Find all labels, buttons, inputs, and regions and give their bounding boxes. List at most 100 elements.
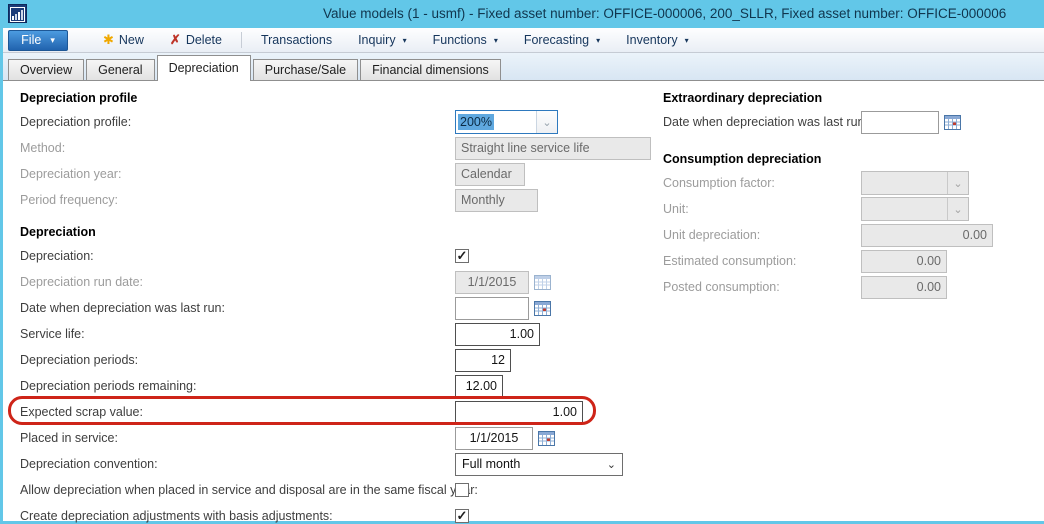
delete-x-icon: ✗ [170, 32, 181, 48]
chevron-down-icon: ▾ [494, 36, 498, 45]
depreciation-convention-select[interactable]: Full month ⌄ [455, 453, 623, 476]
depreciation-profile-label: Depreciation profile: [20, 115, 455, 129]
chevron-down-icon: ⌄ [542, 116, 551, 129]
create-adjustments-checkbox[interactable]: ✓ [455, 509, 469, 523]
consumption-factor-label: Consumption factor: [663, 176, 861, 190]
depreciation-row: Depreciation: ✓ [20, 243, 645, 269]
tab-general[interactable]: General [86, 59, 154, 80]
estimated-consumption-row: Estimated consumption: 0.00 [663, 248, 1038, 274]
service-life-row: Service life: 1.00 [20, 321, 645, 347]
menu-forecasting[interactable]: Forecasting ▾ [511, 33, 613, 47]
posted-consumption-field: 0.00 [861, 276, 947, 299]
menu-functions[interactable]: Functions ▾ [420, 33, 511, 47]
menu-functions-label: Functions [433, 33, 487, 47]
new-button-label: New [119, 33, 144, 47]
estimated-consumption-label: Estimated consumption: [663, 254, 861, 268]
tab-purchase-sale[interactable]: Purchase/Sale [253, 59, 358, 80]
depreciation-convention-row: Depreciation convention: Full month ⌄ [20, 451, 645, 477]
allow-depreciation-checkbox[interactable] [455, 483, 469, 497]
last-run-date-label: Date when depreciation was last run: [20, 301, 455, 315]
file-menu-button[interactable]: File ▾ [8, 30, 68, 51]
placed-in-service-input[interactable]: 1/1/2015 [455, 427, 533, 450]
last-run-date-row: Date when depreciation was last run: [20, 295, 645, 321]
combo-dropdown-button: ⌄ [947, 172, 968, 194]
menu-inquiry-label: Inquiry [358, 33, 396, 47]
tabstrip: Overview General Depreciation Purchase/S… [3, 53, 1044, 81]
method-label: Method: [20, 141, 455, 155]
consumption-factor-combobox: ⌄ [861, 171, 969, 195]
window-body: File ▾ ✱ New ✗ Delete Transactions Inqui… [0, 28, 1044, 524]
periods-remaining-label: Depreciation periods remaining: [20, 379, 455, 393]
menu-inventory[interactable]: Inventory ▾ [613, 33, 701, 47]
periods-remaining-row: Depreciation periods remaining: 12.00 [20, 373, 645, 399]
depreciation-profile-combobox[interactable]: 200% ⌄ [455, 110, 558, 134]
chevron-down-icon: ▾ [685, 36, 689, 45]
expected-scrap-value-input[interactable]: 1.00 [455, 401, 583, 424]
method-row: Method: Straight line service life [20, 135, 645, 161]
depreciation-run-date-field: 1/1/2015 [455, 271, 529, 294]
depreciation-periods-input[interactable]: 12 [455, 349, 511, 372]
menu-transactions[interactable]: Transactions [248, 33, 345, 47]
chevron-down-icon: ▾ [403, 36, 407, 45]
menu-transactions-label: Transactions [261, 33, 332, 47]
consumption-factor-row: Consumption factor: ⌄ [663, 170, 1038, 196]
estimated-consumption-field: 0.00 [861, 250, 947, 273]
depreciation-profile-value: 200% [458, 114, 494, 130]
unit-depreciation-row: Unit depreciation: 0.00 [663, 222, 1038, 248]
depreciation-convention-value: Full month [462, 457, 520, 471]
menubar-separator [241, 32, 242, 48]
expected-scrap-value-label: Expected scrap value: [20, 405, 455, 419]
new-star-icon: ✱ [103, 32, 114, 48]
section-depreciation-profile: Depreciation profile [20, 88, 645, 109]
tab-financial-dimensions[interactable]: Financial dimensions [360, 59, 501, 80]
dynamics-ax-app-icon [8, 4, 27, 23]
combo-dropdown-button: ⌄ [947, 198, 968, 220]
service-life-input[interactable]: 1.00 [455, 323, 540, 346]
extraordinary-last-run-label: Date when depreciation was last run: [663, 115, 861, 129]
service-life-label: Service life: [20, 327, 455, 341]
posted-consumption-label: Posted consumption: [663, 280, 861, 294]
depreciation-year-field: Calendar [455, 163, 525, 186]
file-caret-icon: ▾ [50, 36, 55, 45]
allow-depreciation-label: Allow depreciation when placed in servic… [20, 483, 455, 497]
menubar: File ▾ ✱ New ✗ Delete Transactions Inqui… [3, 28, 1044, 53]
calendar-icon[interactable] [534, 300, 551, 316]
calendar-icon[interactable] [944, 114, 961, 130]
menu-forecasting-label: Forecasting [524, 33, 589, 47]
tab-overview[interactable]: Overview [8, 59, 84, 80]
unit-combobox: ⌄ [861, 197, 969, 221]
chevron-down-icon: ⌄ [607, 458, 616, 471]
last-run-date-input[interactable] [455, 297, 529, 320]
depreciation-profile-row: Depreciation profile: 200% ⌄ [20, 109, 645, 135]
extraordinary-last-run-input[interactable] [861, 111, 939, 134]
create-adjustments-label: Create depreciation adjustments with bas… [20, 509, 455, 523]
period-frequency-label: Period frequency: [20, 193, 455, 207]
periods-remaining-input[interactable]: 12.00 [455, 375, 503, 398]
method-field: Straight line service life [455, 137, 651, 160]
allow-depreciation-row: Allow depreciation when placed in servic… [20, 477, 645, 503]
unit-depreciation-label: Unit depreciation: [663, 228, 861, 242]
depreciation-convention-label: Depreciation convention: [20, 457, 455, 471]
depreciation-periods-label: Depreciation periods: [20, 353, 455, 367]
combo-dropdown-button[interactable]: ⌄ [536, 111, 557, 133]
new-button[interactable]: ✱ New [90, 32, 157, 48]
menu-inventory-label: Inventory [626, 33, 677, 47]
depreciation-periods-row: Depreciation periods: 12 [20, 347, 645, 373]
menu-inquiry[interactable]: Inquiry ▾ [345, 33, 420, 47]
tab-depreciation[interactable]: Depreciation [157, 55, 251, 81]
depreciation-tab-content: Depreciation profile Depreciation profil… [3, 81, 1044, 520]
placed-in-service-row: Placed in service: 1/1/2015 [20, 425, 645, 451]
depreciation-year-label: Depreciation year: [20, 167, 455, 181]
delete-button-label: Delete [186, 33, 222, 47]
depreciation-run-date-row: Depreciation run date: 1/1/2015 [20, 269, 645, 295]
unit-value [862, 198, 947, 220]
placed-in-service-label: Placed in service: [20, 431, 455, 445]
depreciation-checkbox[interactable]: ✓ [455, 249, 469, 263]
calendar-icon[interactable] [538, 430, 555, 446]
period-frequency-row: Period frequency: Monthly [20, 187, 645, 213]
unit-label: Unit: [663, 202, 861, 216]
depreciation-year-row: Depreciation year: Calendar [20, 161, 645, 187]
delete-button[interactable]: ✗ Delete [157, 32, 235, 48]
right-column: Extraordinary depreciation Date when dep… [663, 81, 1038, 300]
unit-row: Unit: ⌄ [663, 196, 1038, 222]
